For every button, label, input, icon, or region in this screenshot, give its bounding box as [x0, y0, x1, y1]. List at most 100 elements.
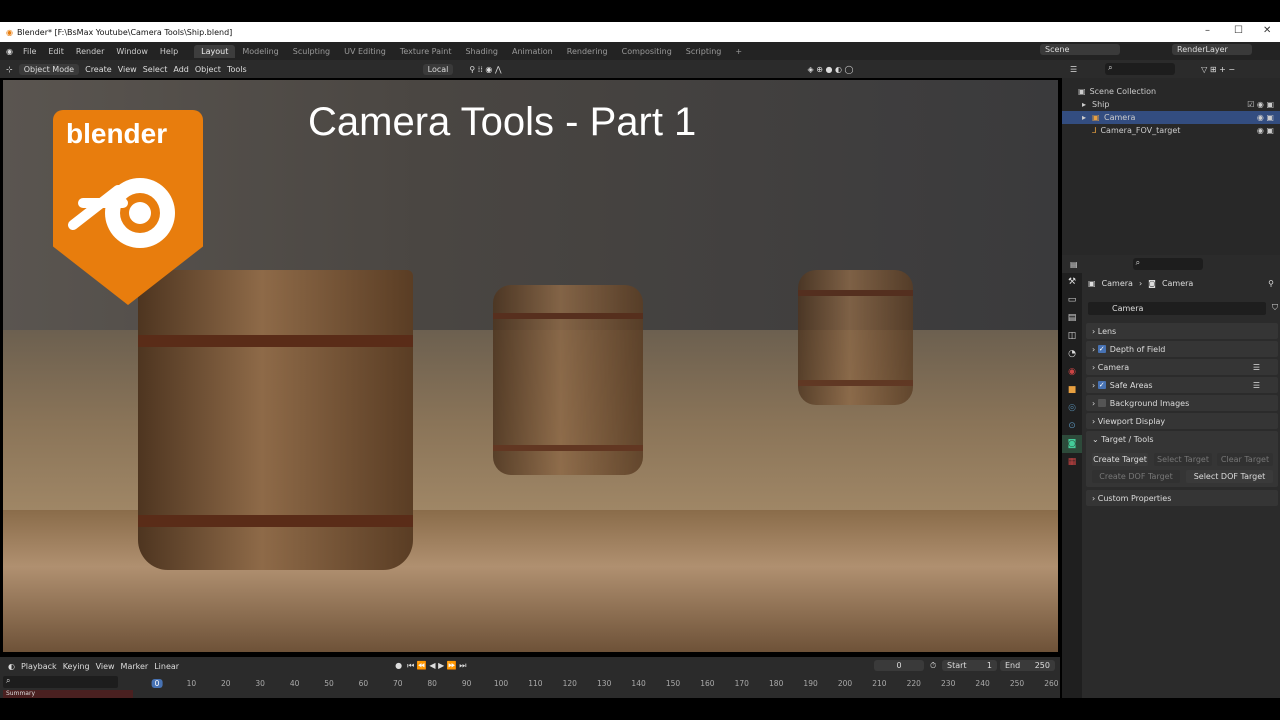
select-dof-target-button[interactable]: Select DOF Target	[1186, 470, 1273, 483]
dof-checkbox[interactable]: ✓	[1097, 345, 1106, 353]
add-workspace-button[interactable]: +	[728, 45, 749, 58]
view-menu[interactable]: View	[96, 662, 115, 671]
panel-depth-of-field[interactable]: › ✓ Depth of Field	[1086, 341, 1278, 357]
texture-tab-icon[interactable]: ▦	[1062, 453, 1082, 471]
outliner-item-camera[interactable]: ▸ ▣ Camera ◉ ▣	[1062, 111, 1280, 124]
outliner-item-ship[interactable]: ▸ Ship ☑ ◉ ▣	[1062, 98, 1280, 111]
menu-object[interactable]: Object	[195, 65, 221, 74]
camera-data-tab-icon[interactable]: ◙	[1062, 435, 1082, 453]
filter-icon[interactable]: ▽ ⊞ + −	[1201, 65, 1235, 74]
tab-compositing[interactable]: Compositing	[615, 45, 679, 58]
pin-icon[interactable]: ⚲	[1268, 279, 1274, 288]
menu-bar: ◉ File Edit Render Window Help Layout Mo…	[0, 42, 1280, 60]
camera-icon: ▣	[1092, 113, 1100, 122]
playback-controls[interactable]: ● ⏮ ⏪ ◀ ▶ ⏩ ⏭	[395, 661, 466, 671]
blender-menu-icon[interactable]: ◉	[6, 47, 13, 56]
visibility-icons[interactable]: ◉ ▣	[1257, 113, 1274, 122]
visibility-icons[interactable]: ☑ ◉ ▣	[1247, 100, 1274, 109]
preset-list-icon[interactable]: ☰	[1253, 381, 1260, 390]
create-target-button[interactable]: Create Target	[1092, 453, 1148, 466]
snap-icon[interactable]: ⚲ ⁞⁞ ◉ ⋀	[469, 65, 501, 74]
close-button[interactable]: ✕	[1263, 25, 1271, 36]
end-label: End	[1005, 661, 1021, 670]
breadcrumb-data: Camera	[1161, 279, 1194, 288]
tab-modeling[interactable]: Modeling	[235, 45, 285, 58]
background-images-checkbox[interactable]	[1097, 399, 1106, 407]
modifier-tab-icon[interactable]: ◎	[1062, 399, 1082, 417]
editor-type-icon[interactable]: ⊹	[6, 65, 13, 74]
properties-header: ▤ ⌕	[1062, 255, 1280, 273]
playback-menu[interactable]: Playback	[21, 662, 57, 671]
display-mode-icon[interactable]: ☰	[1070, 65, 1077, 74]
fake-user-icon[interactable]: ⛉	[1272, 303, 1278, 313]
tab-texture-paint[interactable]: Texture Paint	[393, 45, 459, 58]
menu-add[interactable]: Add	[173, 65, 189, 74]
menu-edit[interactable]: Edit	[42, 45, 70, 58]
interpolation-selector[interactable]: Linear	[154, 662, 179, 671]
render-tab-icon[interactable]: ▭	[1062, 291, 1082, 309]
view-layer-tab-icon[interactable]: ◫	[1062, 327, 1082, 345]
frame-tick: 90	[461, 679, 472, 688]
expand-icon[interactable]: ▸	[1082, 113, 1086, 122]
3d-viewport[interactable]: Camera Tools - Part 1 blender	[3, 80, 1058, 652]
properties-search-input[interactable]: ⌕	[1132, 258, 1203, 270]
end-frame-field[interactable]: End 250	[1000, 660, 1055, 671]
select-target-button[interactable]: Select Target	[1154, 453, 1212, 466]
tab-rendering[interactable]: Rendering	[560, 45, 615, 58]
preset-list-icon[interactable]: ☰	[1253, 363, 1260, 372]
current-frame-field[interactable]: 0	[874, 660, 924, 671]
panel-lens[interactable]: › Lens	[1086, 323, 1278, 339]
tab-uv-editing[interactable]: UV Editing	[337, 45, 393, 58]
panel-safe-areas[interactable]: › ✓ Safe Areas ☰	[1086, 377, 1278, 393]
tab-layout[interactable]: Layout	[194, 44, 236, 58]
mode-selector[interactable]: Object Mode	[18, 63, 80, 75]
output-tab-icon[interactable]: ▤	[1062, 309, 1082, 327]
menu-select[interactable]: Select	[143, 65, 168, 74]
scene-tab-icon[interactable]: ◔	[1062, 345, 1082, 363]
tab-shading[interactable]: Shading	[458, 45, 505, 58]
summary-channel[interactable]: Summary	[3, 690, 133, 698]
tool-tab-icon[interactable]: ⚒	[1062, 273, 1082, 291]
menu-file[interactable]: File	[17, 45, 42, 58]
create-dof-target-button[interactable]: Create DOF Target	[1092, 470, 1180, 483]
minimize-button[interactable]: –	[1205, 25, 1210, 36]
menu-create[interactable]: Create	[85, 65, 112, 74]
maximize-button[interactable]: ☐	[1234, 25, 1243, 36]
menu-window[interactable]: Window	[110, 45, 154, 58]
stopwatch-icon[interactable]: ⏱	[930, 661, 936, 671]
tab-sculpting[interactable]: Sculpting	[286, 45, 337, 58]
outliner-item-scene-collection[interactable]: ▣ Scene Collection	[1062, 85, 1280, 98]
frame-tick: 230	[941, 679, 956, 688]
menu-render[interactable]: Render	[70, 45, 110, 58]
camera-data-field[interactable]: Camera	[1088, 302, 1266, 315]
panel-background-images[interactable]: › Background Images	[1086, 395, 1278, 411]
filter-search-input[interactable]: ⌕	[1105, 63, 1176, 75]
marker-menu[interactable]: Marker	[121, 662, 149, 671]
safe-areas-checkbox[interactable]: ✓	[1097, 381, 1106, 389]
world-tab-icon[interactable]: ◉	[1062, 363, 1082, 381]
keying-menu[interactable]: Keying	[63, 662, 90, 671]
start-frame-field[interactable]: Start 1	[942, 660, 997, 671]
timeline-search-input[interactable]: ⌕	[3, 676, 118, 688]
scene-selector[interactable]: Scene	[1040, 44, 1120, 55]
outliner-item-camera-fov-target[interactable]: ⅃ Camera_FOV_target ◉ ▣	[1062, 124, 1280, 137]
visibility-icons[interactable]: ◉ ▣	[1257, 126, 1274, 135]
expand-icon[interactable]: ▸	[1082, 100, 1086, 109]
menu-view[interactable]: View	[118, 65, 137, 74]
panel-camera[interactable]: › Camera ☰	[1086, 359, 1278, 375]
menu-help[interactable]: Help	[154, 45, 184, 58]
editor-type-icon[interactable]: ◐	[8, 662, 15, 671]
editor-type-icon[interactable]: ▤	[1070, 260, 1078, 269]
shading-icons[interactable]: ◈ ⊕ ● ◐ ◯	[808, 65, 854, 74]
constraint-tab-icon[interactable]: ⊙	[1062, 417, 1082, 435]
clear-target-button[interactable]: Clear Target	[1217, 453, 1273, 466]
panel-viewport-display[interactable]: › Viewport Display	[1086, 413, 1278, 429]
tab-scripting[interactable]: Scripting	[679, 45, 729, 58]
orientation-selector[interactable]: Local	[422, 63, 454, 75]
object-tab-icon[interactable]: ■	[1062, 381, 1082, 399]
properties-tabs: ⚒ ▭ ▤ ◫ ◔ ◉ ■ ◎ ⊙ ◙ ▦	[1062, 273, 1082, 698]
panel-custom-properties[interactable]: › Custom Properties	[1086, 490, 1278, 506]
tab-animation[interactable]: Animation	[505, 45, 560, 58]
render-layer-selector[interactable]: RenderLayer	[1172, 44, 1252, 55]
menu-tools[interactable]: Tools	[227, 65, 247, 74]
